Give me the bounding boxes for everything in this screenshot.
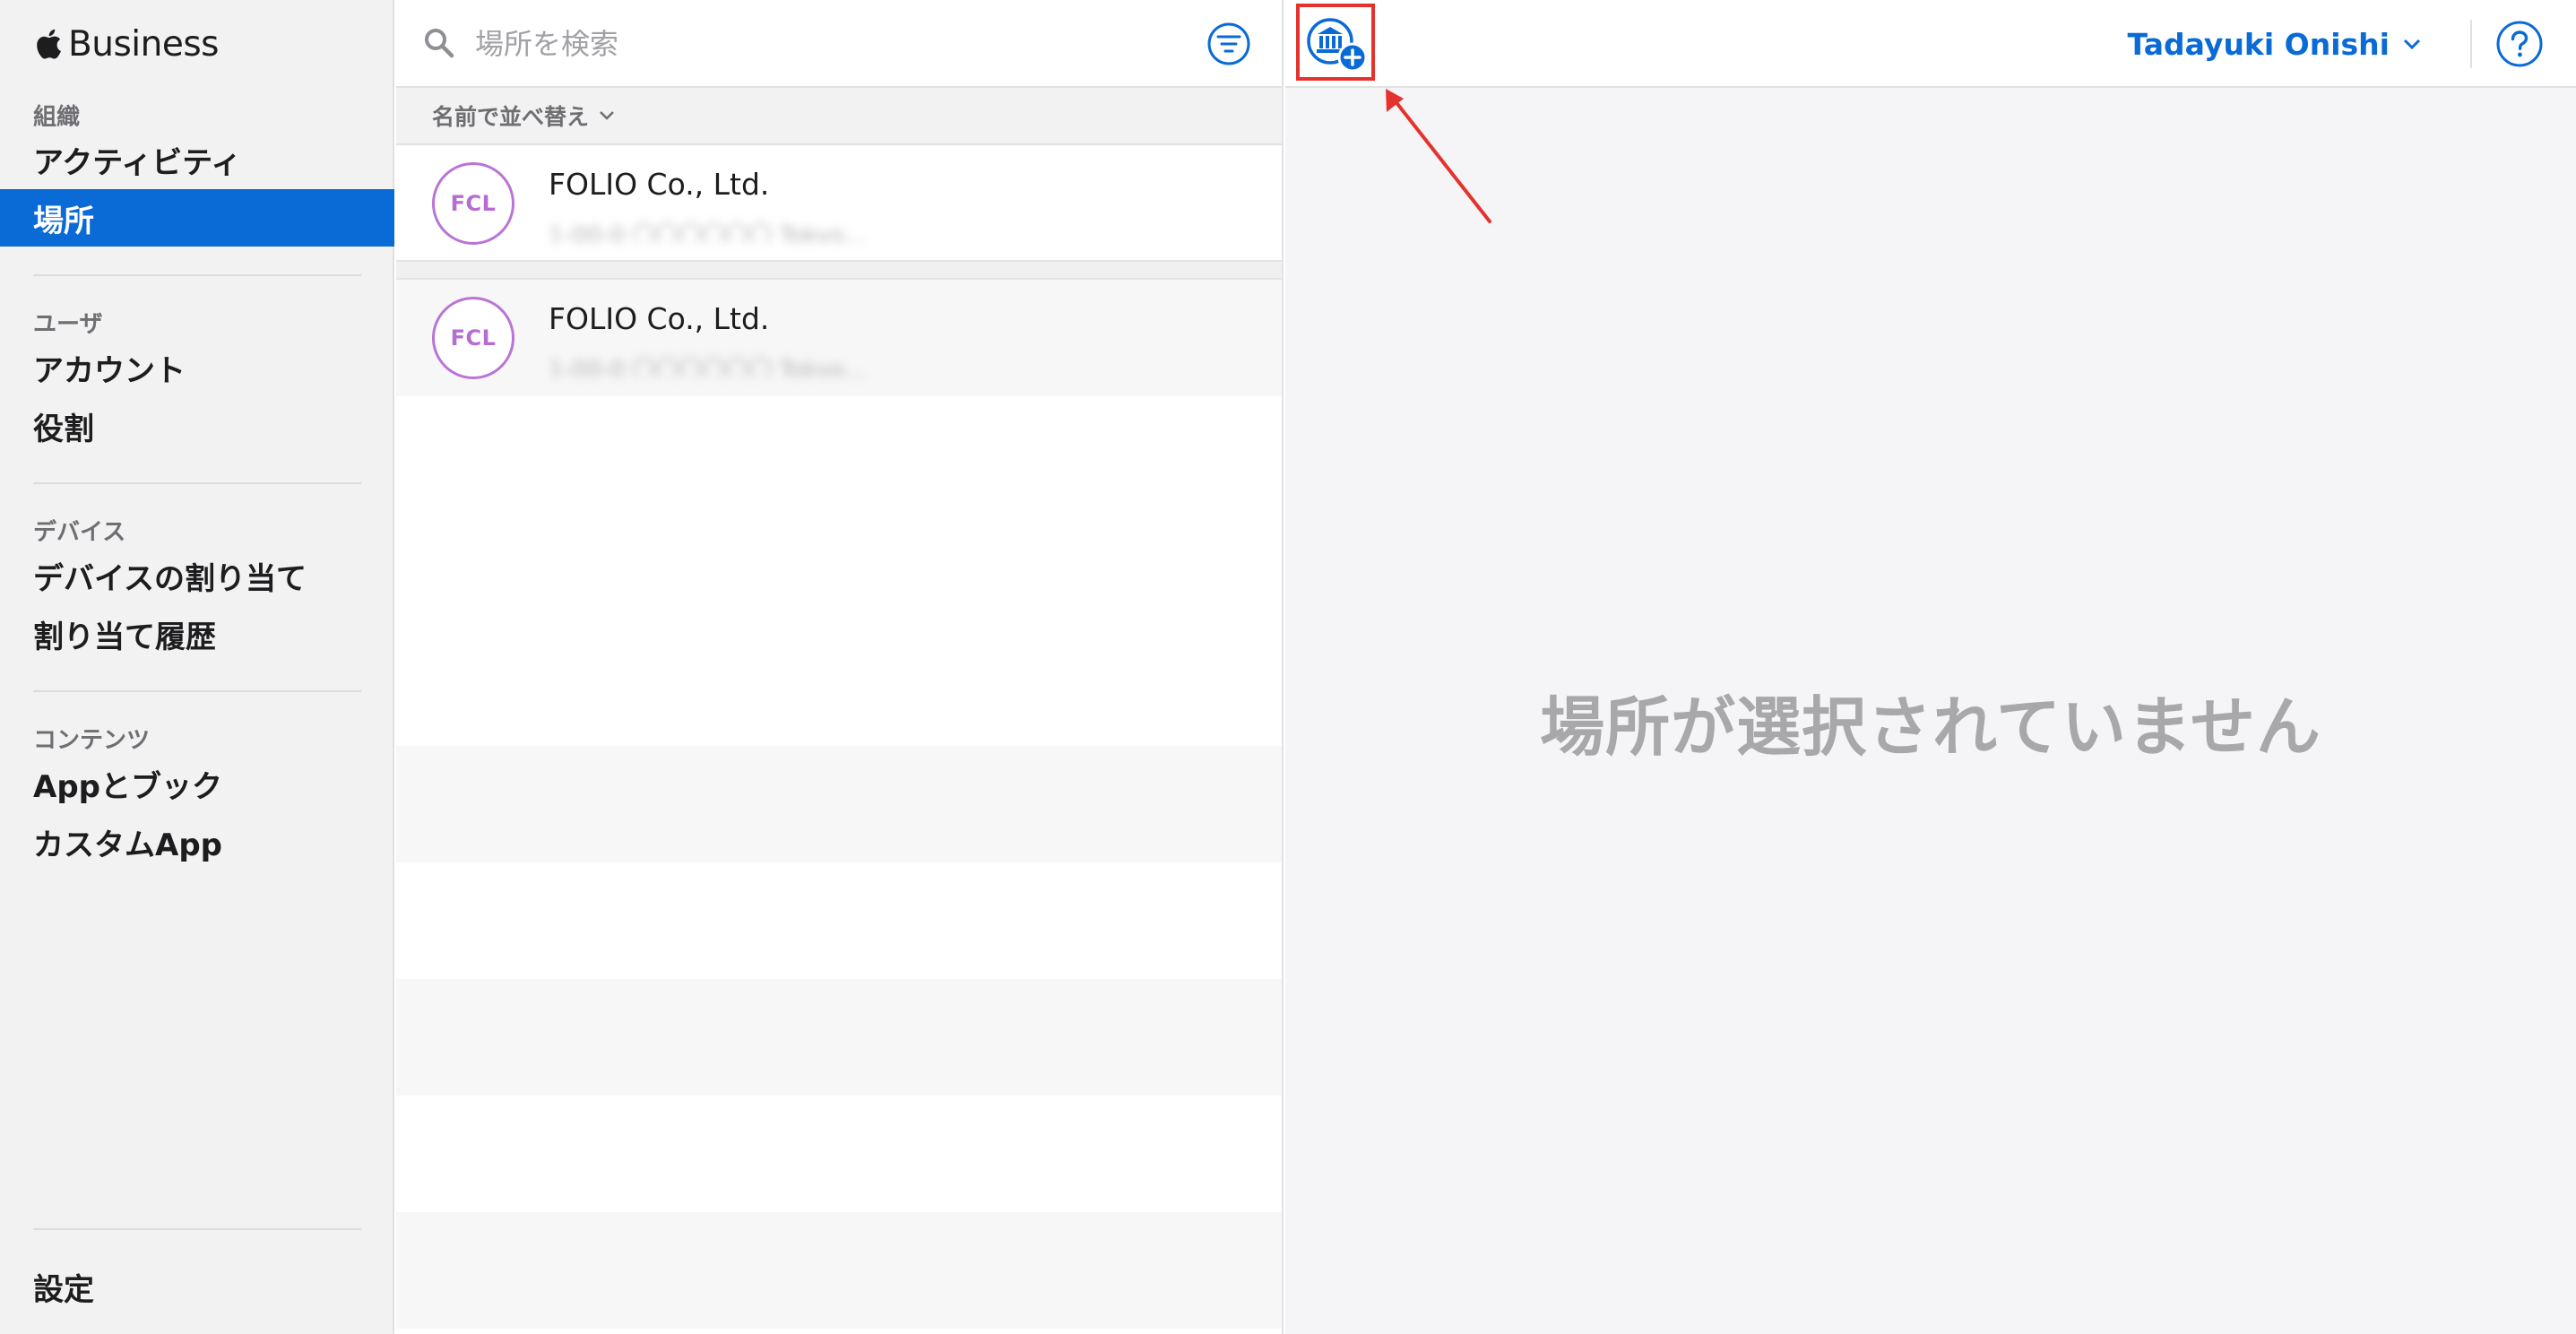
add-location-button[interactable] <box>1296 4 1375 81</box>
section-label-users: ユーザ <box>33 311 103 338</box>
location-name: FOLIO Co., Ltd. <box>549 301 770 336</box>
section-label-content: コンテンツ <box>33 727 151 754</box>
detail-toolbar: Tadayuki Onishi <box>1285 0 2576 88</box>
sidebar-divider <box>33 1228 361 1230</box>
location-address: 1-00-0 〇〇〇〇〇〇 Tokyo... <box>549 222 867 242</box>
filter-icon[interactable] <box>1206 22 1251 66</box>
empty-row-stripe <box>396 746 1282 862</box>
search-input[interactable] <box>475 20 1102 68</box>
section-label-organization: 組織 <box>33 104 81 131</box>
user-name: Tadayuki Onishi <box>2127 26 2390 62</box>
detail-panel: Tadayuki Onishi 場所が選択されていません <box>1285 0 2576 1334</box>
search-bar <box>396 0 1282 88</box>
sidebar-item-apps-books[interactable]: Appとブック <box>0 755 394 812</box>
sidebar-divider <box>33 690 361 692</box>
location-row[interactable]: FCL FOLIO Co., Ltd. 1-00-0 〇〇〇〇〇〇 Tokyo.… <box>396 280 1282 396</box>
sidebar-divider <box>33 482 361 484</box>
sidebar-item-roles[interactable]: 役割 <box>0 397 394 455</box>
sort-label: 名前で並べ替え <box>432 104 590 130</box>
location-avatar: FCL <box>432 162 514 245</box>
sidebar-item-settings[interactable]: 設定 <box>0 1258 394 1315</box>
empty-state-message: 場所が選択されていません <box>1540 689 2321 765</box>
sidebar-item-locations[interactable]: 場所 <box>0 189 394 247</box>
chevron-down-icon <box>600 111 614 120</box>
sidebar-item-custom-apps[interactable]: カスタムApp <box>0 813 394 871</box>
sort-menu[interactable]: 名前で並べ替え <box>396 88 1282 145</box>
brand-name: Business <box>68 23 219 65</box>
brand: Business <box>32 20 219 68</box>
section-label-devices: デバイス <box>33 519 126 546</box>
empty-row-stripe <box>396 1212 1282 1329</box>
sidebar-divider <box>33 274 361 276</box>
sidebar-item-device-assignment[interactable]: デバイスの割り当て <box>0 547 394 604</box>
chevron-down-icon <box>2403 39 2421 50</box>
search-icon <box>425 29 454 58</box>
location-row[interactable]: FCL FOLIO Co., Ltd. 1-00-0 〇〇〇〇〇〇 Tokyo.… <box>396 145 1282 262</box>
header-divider <box>2470 20 2472 68</box>
sidebar-item-accounts[interactable]: アカウント <box>0 339 394 396</box>
location-avatar: FCL <box>432 297 514 379</box>
sidebar-item-assignment-history[interactable]: 割り当て履歴 <box>0 605 394 663</box>
location-address: 1-00-0 〇〇〇〇〇〇 Tokyo... <box>549 357 867 377</box>
row-separator <box>396 260 1282 280</box>
locations-list-panel: 名前で並べ替え FCL FOLIO Co., Ltd. 1-00-0 〇〇〇〇〇… <box>396 0 1284 1334</box>
empty-row-stripe <box>396 979 1282 1096</box>
help-icon[interactable] <box>2495 20 2544 68</box>
user-menu[interactable]: Tadayuki Onishi <box>2128 23 2422 65</box>
sidebar: Business 組織 アクティビティ 場所 ユーザ アカウント 役割 デバイス… <box>0 0 394 1334</box>
sidebar-item-activity[interactable]: アクティビティ <box>0 131 394 188</box>
add-location-icon <box>1307 18 1368 73</box>
apple-logo-icon <box>37 29 61 59</box>
location-name: FOLIO Co., Ltd. <box>549 167 770 202</box>
